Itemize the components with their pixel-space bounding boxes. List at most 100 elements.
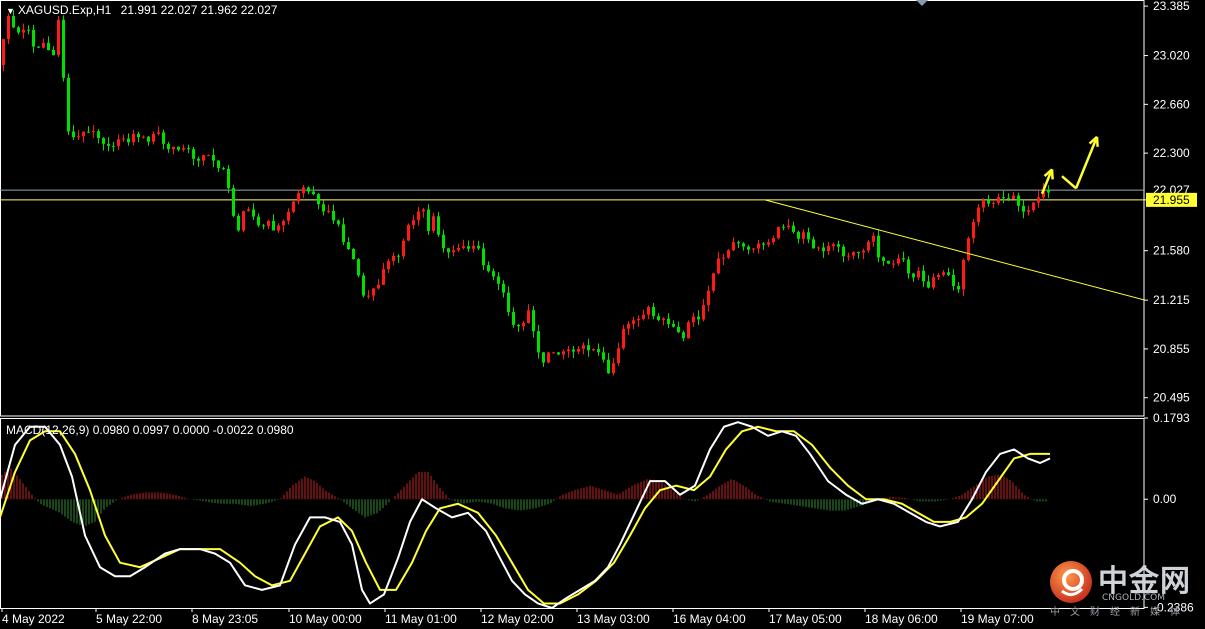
candle-body (142, 136, 145, 138)
candle-body (362, 275, 365, 296)
candle-body (232, 188, 235, 216)
candle-body (797, 231, 800, 239)
candle-body (527, 310, 530, 323)
candle-body (902, 258, 905, 260)
candle-body (177, 146, 180, 150)
candle-body (777, 226, 780, 239)
candle-body (72, 131, 75, 138)
chart-background (0, 0, 1205, 629)
candle-body (607, 359, 610, 374)
price-tick-label: 20.855 (1153, 342, 1190, 356)
candle-body (82, 131, 85, 137)
candle-body (987, 199, 990, 204)
candle-body (47, 42, 50, 50)
candle-body (802, 232, 805, 239)
time-tick-label: 10 May 00:00 (289, 612, 362, 626)
candle-body (867, 241, 870, 251)
candle-body (107, 143, 110, 146)
candle-body (932, 277, 935, 288)
candle-body (722, 257, 725, 259)
candle-body (1012, 195, 1015, 200)
candle-body (302, 187, 305, 194)
candle-body (502, 283, 505, 293)
macd-header: MACD(12,26,9) 0.0980 0.0997 0.0000 -0.00… (6, 423, 294, 437)
candle-body (457, 247, 460, 251)
candle-body (842, 246, 845, 257)
candle-body (327, 210, 330, 212)
candle-body (762, 243, 765, 245)
price-tick-label: 22.660 (1153, 97, 1190, 111)
candle-body (7, 15, 10, 40)
candle-body (97, 131, 100, 139)
candle-body (832, 244, 835, 247)
candle-body (487, 265, 490, 272)
candle-body (352, 248, 355, 260)
candle-body (907, 259, 910, 274)
candle-body (427, 209, 430, 231)
candle-body (342, 224, 345, 243)
candle-body (52, 49, 55, 56)
candle-body (247, 209, 250, 212)
candle-body (717, 258, 720, 274)
candle-body (752, 248, 755, 250)
candle-body (332, 210, 335, 221)
symbol-label: XAGUSD.Exp,H1 (17, 3, 112, 17)
candle-body (747, 246, 750, 250)
candle-body (887, 260, 890, 264)
price-tick-label: 22.300 (1153, 146, 1190, 160)
candle-body (882, 257, 885, 261)
candle-body (122, 138, 125, 140)
ohlc-values: 21.991 22.027 21.962 22.027 (120, 3, 278, 17)
watermark-tagline: 中文财经新媒体 (1050, 607, 1190, 618)
candle-body (307, 187, 310, 192)
macd-tick-label: 0.00 (1153, 492, 1177, 506)
candle-body (852, 252, 855, 256)
candle-body (707, 290, 710, 306)
candle-body (112, 145, 115, 147)
candle-body (202, 155, 205, 161)
candle-body (807, 232, 810, 240)
candle-body (742, 243, 745, 247)
candle-body (17, 27, 20, 33)
dropdown-triangle-icon[interactable]: ▼ (6, 6, 15, 16)
candle-body (712, 273, 715, 291)
macd-tick-label: 0.1793 (1153, 411, 1190, 425)
candle-body (827, 246, 830, 252)
candle-body (257, 216, 260, 226)
level-price-label: 21.955 (1153, 193, 1190, 207)
candle-body (672, 323, 675, 327)
candle-body (637, 318, 640, 321)
candle-body (1047, 189, 1050, 193)
candle-body (897, 258, 900, 264)
candle-body (417, 211, 420, 221)
time-tick-label: 12 May 02:00 (481, 612, 554, 626)
candle-body (557, 352, 560, 355)
candle-body (737, 242, 740, 244)
candle-body (102, 138, 105, 144)
candle-body (37, 46, 40, 48)
candle-body (992, 202, 995, 204)
time-tick-label: 17 May 05:00 (769, 612, 842, 626)
candle-body (292, 201, 295, 212)
chart-header: ▼ XAGUSD.Exp,H1 21.991 22.027 21.962 22.0… (6, 3, 277, 17)
candle-body (612, 363, 615, 374)
candle-body (442, 234, 445, 249)
candle-body (497, 276, 500, 284)
candle-body (567, 349, 570, 352)
candle-body (587, 345, 590, 351)
price-tick-label: 23.020 (1153, 49, 1190, 63)
candle-body (952, 274, 955, 287)
candle-body (287, 211, 290, 221)
price-chart[interactable]: 23.385 23.020 22.660 22.300 21.580 21.215 20.8… (0, 0, 1205, 629)
candle-body (617, 348, 620, 364)
candle-body (312, 191, 315, 195)
candle-body (347, 242, 350, 249)
candle-body (242, 211, 245, 231)
candle-body (1007, 198, 1010, 200)
candle-body (77, 136, 80, 138)
candle-body (667, 318, 670, 324)
candle-body (967, 238, 970, 260)
time-tick-label: 4 May 2022 (2, 612, 65, 626)
candle-body (597, 349, 600, 353)
candle-body (137, 133, 140, 138)
